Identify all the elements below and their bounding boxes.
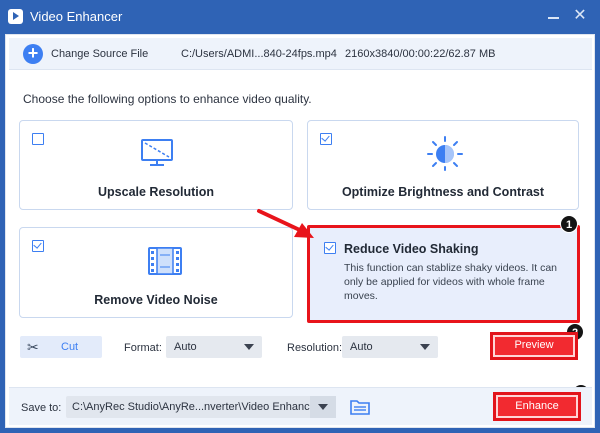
cut-label: Cut	[61, 341, 79, 353]
upscale-label: Upscale Resolution	[98, 185, 214, 199]
shaking-checkbox[interactable]	[324, 242, 336, 254]
video-enhancer-window: Video Enhancer ✕ + Change Source File C:…	[0, 0, 600, 433]
resolution-select[interactable]: Auto	[342, 336, 438, 358]
chevron-down-icon	[318, 404, 328, 410]
cut-button[interactable]: ✂ Cut	[20, 336, 102, 358]
brightness-checkbox[interactable]	[320, 133, 332, 145]
format-label: Format:	[124, 342, 162, 354]
noise-checkbox[interactable]	[32, 240, 44, 252]
step-marker-1: 1	[560, 215, 578, 233]
brightness-sun-icon	[427, 136, 463, 171]
annotation-arrow-icon	[257, 209, 314, 238]
source-file-meta: 2160x3840/00:00:22/62.87 MB	[345, 48, 496, 60]
remove-video-noise-option[interactable]: Remove Video Noise	[19, 227, 293, 318]
save-to-label: Save to:	[21, 402, 62, 414]
source-file-path: C:/Users/ADMI...840-24fps.mp4	[181, 48, 337, 60]
close-button[interactable]: ✕	[572, 8, 588, 24]
chevron-down-icon	[244, 344, 254, 350]
change-source-file-button[interactable]: Change Source File	[51, 48, 148, 60]
resolution-label: Resolution:	[287, 342, 343, 354]
minimize-button[interactable]	[546, 8, 562, 24]
resolution-value: Auto	[350, 341, 373, 353]
save-path-select[interactable]: C:\AnyRec Studio\AnyRe...nverter\Video E…	[66, 396, 336, 418]
noise-label: Remove Video Noise	[94, 293, 218, 307]
format-value: Auto	[174, 341, 197, 353]
title-bar: Video Enhancer ✕	[0, 0, 600, 34]
app-play-icon	[8, 9, 23, 24]
shaking-description: This function can stablize shaky videos.…	[344, 262, 558, 302]
shaking-label: Reduce Video Shaking	[344, 242, 479, 256]
preview-button[interactable]: Preview	[490, 332, 578, 360]
scissors-icon: ✂	[27, 339, 39, 355]
reduce-video-shaking-option[interactable]: Reduce Video Shaking This function can s…	[307, 225, 580, 323]
folder-icon[interactable]	[350, 398, 370, 416]
window-title: Video Enhancer	[30, 9, 123, 24]
resolution-monitor-icon	[141, 139, 173, 166]
brightness-label: Optimize Brightness and Contrast	[341, 185, 545, 199]
source-file-bar: + Change Source File C:/Users/ADMI...840…	[9, 38, 592, 70]
add-icon[interactable]: +	[23, 44, 43, 64]
main-panel: + Change Source File C:/Users/ADMI...840…	[5, 34, 595, 428]
format-select[interactable]: Auto	[166, 336, 262, 358]
enhance-button[interactable]: Enhance	[493, 392, 581, 421]
instruction-text: Choose the following options to enhance …	[23, 92, 312, 106]
save-path-dropdown[interactable]	[310, 396, 336, 418]
film-strip-icon	[148, 247, 182, 275]
save-path-value: C:\AnyRec Studio\AnyRe...nverter\Video E…	[72, 401, 320, 413]
chevron-down-icon	[420, 344, 430, 350]
upscale-resolution-option[interactable]: Upscale Resolution	[19, 120, 293, 210]
optimize-brightness-option[interactable]: Optimize Brightness and Contrast	[307, 120, 579, 210]
upscale-checkbox[interactable]	[32, 133, 44, 145]
